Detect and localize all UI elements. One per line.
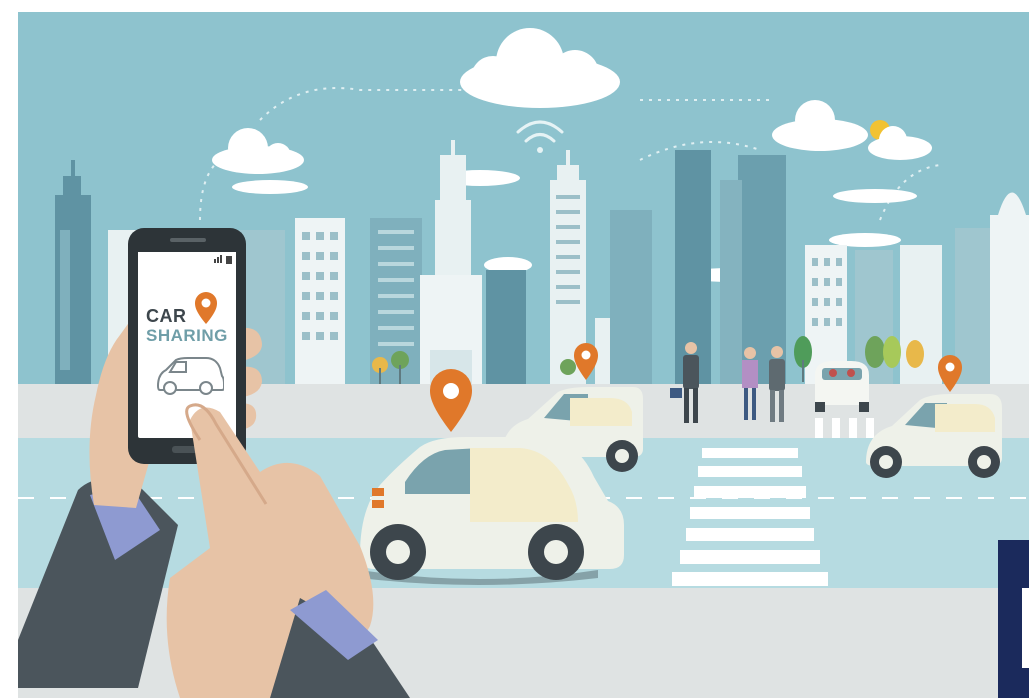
phone-app-screen[interactable]: CAR SHARING [140,268,234,436]
car-icon [156,357,224,395]
battery-icon [226,256,232,264]
car [815,361,869,412]
location-pin-icon [195,292,217,324]
app-title-sharing: SHARING [146,326,228,345]
app-title-car: CAR [146,306,187,326]
building [295,218,345,385]
